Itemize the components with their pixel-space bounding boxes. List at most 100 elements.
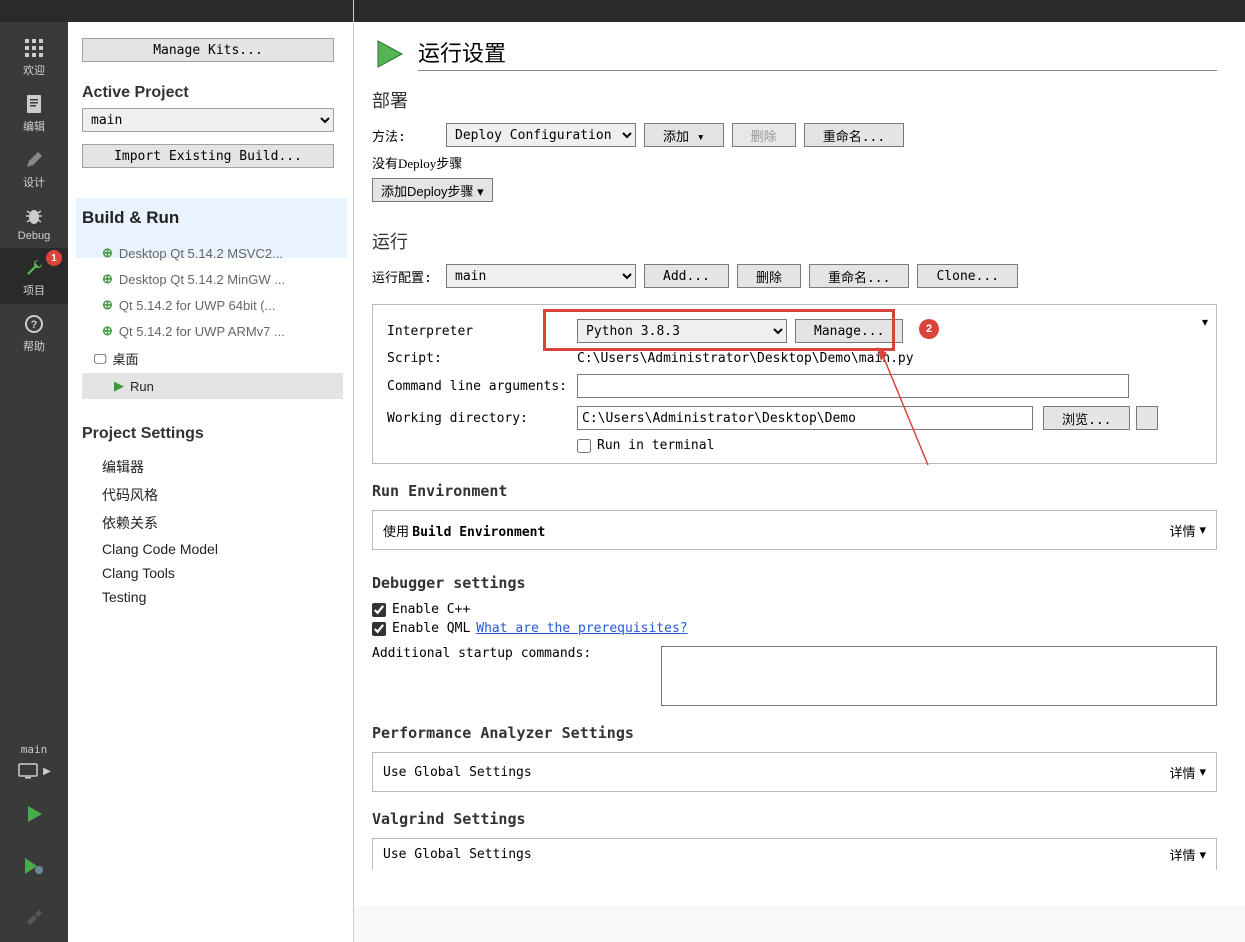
monitor-icon: 🖵 [94, 351, 107, 367]
nav-kit-name: main [0, 743, 68, 758]
nav-help-label: 帮助 [23, 338, 45, 354]
project-settings-heading: Project Settings [82, 425, 343, 443]
active-project-select[interactable]: main [82, 108, 334, 132]
ps-codestyle[interactable]: 代码风格 [82, 481, 343, 509]
env-details-button[interactable]: 详情 ▾ [1169, 521, 1206, 540]
deploy-remove-button[interactable]: 删除 [732, 123, 796, 147]
deploy-method-select[interactable]: Deploy Configuration [446, 123, 636, 147]
ps-deps[interactable]: 依赖关系 [82, 509, 343, 537]
svg-text:?: ? [31, 319, 38, 331]
valgrind-box: Use Global Settings 详情 ▾ [372, 838, 1217, 870]
chevron-down-icon: ▾ [477, 184, 484, 199]
side-panel: Manage Kits... Active Project main Impor… [68, 0, 354, 942]
interpreter-select[interactable]: Python 3.8.3 [577, 319, 787, 343]
run-config-select[interactable]: main [446, 264, 636, 288]
run-in-terminal-label: Run in terminal [597, 438, 714, 453]
deploy-rename-button[interactable]: 重命名... [804, 123, 904, 147]
valgrind-heading: Valgrind Settings [372, 810, 1217, 828]
project-settings-list: 编辑器 代码风格 依赖关系 Clang Code Model Clang Too… [82, 453, 343, 609]
nav-project[interactable]: 项目 1 [0, 248, 68, 304]
ps-clang-tools[interactable]: Clang Tools [82, 561, 343, 585]
no-deploy-steps-label: 没有Deploy步骤 [372, 153, 1217, 172]
interpreter-manage-button[interactable]: Manage... [795, 319, 903, 343]
debug-run-button[interactable] [0, 848, 68, 884]
perf-heading: Performance Analyzer Settings [372, 724, 1217, 742]
chevron-right-icon: ▶ [43, 766, 51, 777]
method-label: 方法: [372, 126, 438, 145]
chevron-down-icon: ▾ [1199, 522, 1206, 538]
run-remove-button[interactable]: 删除 [737, 264, 801, 288]
perf-details-button[interactable]: 详情 ▾ [1169, 763, 1206, 782]
collapse-icon[interactable]: ▾ [1202, 315, 1208, 329]
kit-item[interactable]: ⊕Desktop Qt 5.14.2 MinGW ... [82, 266, 343, 292]
nav-design[interactable]: 设计 [0, 140, 68, 196]
valgrind-details-button[interactable]: 详情 ▾ [1169, 845, 1206, 864]
kit-item[interactable]: ⊕Qt 5.14.2 for UWP ARMv7 ... [82, 318, 343, 344]
browse-button[interactable]: 浏览... [1043, 406, 1130, 430]
play-bug-icon [23, 856, 45, 876]
pencil-icon [22, 148, 46, 172]
kit-run[interactable]: ▶Run [82, 373, 343, 399]
play-icon [24, 804, 44, 824]
add-deploy-step-button[interactable]: 添加Deploy步骤 ▾ [372, 178, 493, 202]
nav-kit-selector[interactable]: main ▶ [0, 743, 68, 780]
startup-cmds-input[interactable] [661, 646, 1217, 706]
manage-kits-button[interactable]: Manage Kits... [82, 38, 334, 62]
nav-edit-label: 编辑 [23, 118, 45, 134]
kit-item[interactable]: ⊕Qt 5.14.2 for UWP 64bit (... [82, 292, 343, 318]
qml-prereq-link[interactable]: What are the prerequisites? [476, 621, 687, 636]
document-icon [22, 92, 46, 116]
build-button[interactable] [0, 900, 68, 936]
nav-top-spacer [0, 0, 68, 22]
enable-cpp-checkbox[interactable] [372, 603, 386, 617]
enable-qml-label: Enable QML [392, 621, 470, 636]
workdir-input[interactable] [577, 406, 1033, 430]
active-project-heading: Active Project [82, 84, 343, 102]
plus-icon: ⊕ [102, 271, 113, 287]
play-icon: ▶ [114, 378, 124, 394]
page-title: 运行设置 [418, 36, 1217, 71]
nav-welcome[interactable]: 欢迎 [0, 28, 68, 84]
monitor-icon [17, 762, 39, 780]
args-input[interactable] [577, 374, 1129, 398]
nav-edit[interactable]: 编辑 [0, 84, 68, 140]
valgrind-value: Use Global Settings [383, 847, 532, 862]
interpreter-label: Interpreter [387, 324, 577, 339]
debugger-heading: Debugger settings [372, 574, 1217, 592]
nav-help[interactable]: ? 帮助 [0, 304, 68, 360]
import-build-button[interactable]: Import Existing Build... [82, 144, 334, 168]
plus-icon: ⊕ [102, 245, 113, 261]
nav-project-label: 项目 [23, 282, 45, 298]
plus-icon: ⊕ [102, 297, 113, 313]
args-label: Command line arguments: [387, 379, 577, 394]
kit-item[interactable]: ⊕Desktop Qt 5.14.2 MSVC2... [82, 240, 343, 266]
run-in-terminal-checkbox[interactable] [577, 439, 591, 453]
run-button[interactable] [0, 796, 68, 832]
deploy-add-button[interactable]: 添加 ▾ [644, 123, 724, 147]
ps-clang-model[interactable]: Clang Code Model [82, 537, 343, 561]
ps-editor[interactable]: 编辑器 [82, 453, 343, 481]
nav-design-label: 设计 [23, 174, 45, 190]
env-value: 使用 Build Environment [383, 521, 545, 540]
main-top-spacer [354, 0, 1245, 22]
apps-icon [22, 36, 46, 60]
ps-testing[interactable]: Testing [82, 585, 343, 609]
env-box: 使用 Build Environment 详情 ▾ [372, 510, 1217, 550]
perf-value: Use Global Settings [383, 765, 532, 780]
nav-debug-label: Debug [18, 230, 50, 242]
side-top-spacer [68, 0, 353, 22]
startup-cmds-label: Additional startup commands: [372, 646, 591, 661]
script-label: Script: [387, 351, 577, 366]
main-content: 运行设置 部署 方法: Deploy Configuration 添加 ▾ 删除… [354, 0, 1245, 942]
enable-qml-checkbox[interactable] [372, 622, 386, 636]
run-add-button[interactable]: Add... [644, 264, 729, 288]
run-clone-button[interactable]: Clone... [917, 264, 1018, 288]
nav-debug[interactable]: Debug [0, 196, 68, 248]
perf-box: Use Global Settings 详情 ▾ [372, 752, 1217, 792]
chevron-down-icon: ▾ [1199, 764, 1206, 780]
reset-workdir-button[interactable] [1136, 406, 1158, 430]
run-rename-button[interactable]: 重命名... [809, 264, 909, 288]
workdir-label: Working directory: [387, 411, 577, 426]
kit-desktop[interactable]: 🖵桌面 [82, 344, 343, 373]
run-heading: 运行 [372, 228, 1217, 254]
